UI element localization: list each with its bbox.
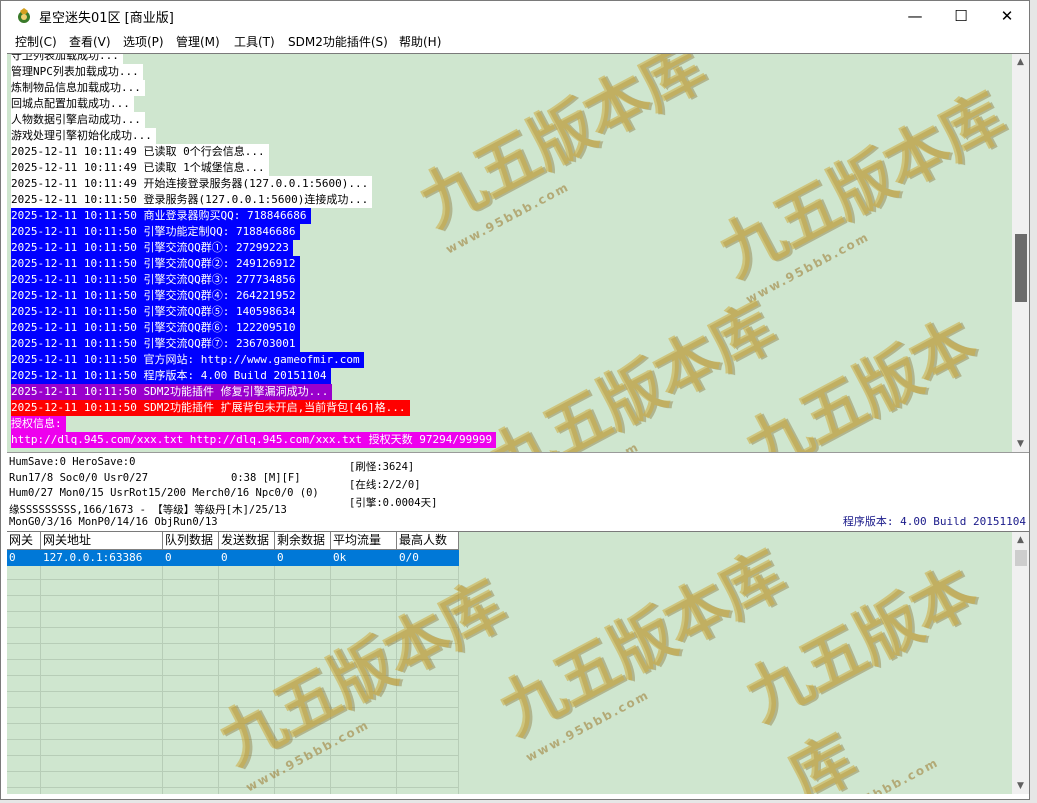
- status-engine: [引擎:0.0004天]: [349, 497, 438, 509]
- version-label: 程序版本: 4.00 Build 20151104: [842, 515, 1026, 528]
- table-row[interactable]: 0 127.0.0.1:63386 0 0 0 0k 0/0: [7, 550, 459, 566]
- status-hum: Hum0/27 Mon0/15 UsrRot15/200 Merch0/16 N…: [9, 487, 319, 499]
- scroll-thumb[interactable]: [1015, 550, 1027, 566]
- log-line: 守卫列表加载成功...: [11, 54, 123, 64]
- status-mon: MonG0/3/16 MonP0/14/16 ObjRun0/13: [9, 516, 218, 528]
- gate-grid-pane: 网关 网关地址 队列数据 发送数据 剩余数据 平均流量 最高人数 0 127.0…: [7, 532, 1029, 794]
- menu-control[interactable]: 控制(C): [15, 33, 57, 50]
- menu-view[interactable]: 查看(V): [69, 33, 111, 50]
- menu-tools[interactable]: 工具(T): [234, 33, 275, 50]
- window-title: 星空迷失01区 [商业版]: [39, 11, 174, 26]
- watermark: 九五版本库 www.95bbb.com: [733, 554, 988, 794]
- log-line: 2025-12-11 10:11:49 已读取 1个城堡信息...: [11, 160, 269, 176]
- status-timer: 0:38 [M][F]: [231, 472, 301, 484]
- menu-help[interactable]: 帮助(H): [399, 33, 441, 50]
- menu-options[interactable]: 选项(P): [123, 33, 164, 50]
- cell-max-users: 0/0: [399, 551, 419, 564]
- maximize-button[interactable]: ☐: [938, 1, 984, 31]
- log-line: 2025-12-11 10:11:50 引擎功能定制QQ: 718846686: [11, 224, 300, 240]
- log-line: 2025-12-11 10:11:50 官方网站: http://www.gam…: [11, 352, 364, 368]
- menu-manage[interactable]: 管理(M): [176, 33, 220, 50]
- scroll-down-arrow-icon[interactable]: ▼: [1012, 778, 1029, 794]
- log-line: 2025-12-11 10:11:49 已读取 0个行会信息...: [11, 144, 269, 160]
- log-line: 2025-12-11 10:11:50 引擎交流QQ群⑤: 140598634: [11, 304, 300, 320]
- col-sent-data[interactable]: 发送数据: [219, 532, 275, 549]
- status-level: 缘SSSSSSSSS,166/1673 - 【等级】等级丹[木]/25/13: [9, 504, 287, 516]
- scroll-thumb[interactable]: [1015, 234, 1027, 302]
- col-queue-data[interactable]: 队列数据: [163, 532, 219, 549]
- log-line: 2025-12-11 10:11:49 开始连接登录服务器(127.0.0.1:…: [11, 176, 373, 192]
- log-line: 人物数据引擎启动成功...: [11, 112, 145, 128]
- status-pane: HumSave:0 HeroSave:0 Run17/8 Soc0/0 Usr0…: [7, 452, 1029, 532]
- log-line: 2025-12-11 10:11:50 引擎交流QQ群⑦: 236703001: [11, 336, 300, 352]
- watermark: 九五版本库 www.95bbb.com: [407, 53, 716, 257]
- log-line: 2025-12-11 10:11:50 引擎交流QQ群③: 277734856: [11, 272, 300, 288]
- col-gate-address[interactable]: 网关地址: [41, 532, 163, 549]
- grid-scrollbar[interactable]: ▲ ▼: [1012, 532, 1029, 794]
- gate-grid-header: 网关 网关地址 队列数据 发送数据 剩余数据 平均流量 最高人数: [7, 532, 459, 550]
- cell-queue-data: 0: [165, 551, 172, 564]
- menu-bar: 控制(C) 查看(V) 选项(P) 管理(M) 工具(T) SDM2功能插件(S…: [1, 31, 1029, 51]
- scroll-up-arrow-icon[interactable]: ▲: [1012, 532, 1029, 548]
- watermark: 九五版本库 www.95bbb.com: [733, 306, 988, 452]
- cell-avg-traffic: 0k: [333, 551, 347, 564]
- log-line: 授权信息:: [11, 416, 66, 432]
- minimize-button[interactable]: —: [892, 1, 938, 31]
- log-pane[interactable]: 守卫列表加载成功... 管理NPC列表加载成功... 炼制物品信息加载成功... 回城…: [7, 53, 1029, 452]
- status-save: HumSave:0 HeroSave:0: [9, 456, 136, 468]
- close-button[interactable]: ✕: [984, 1, 1030, 31]
- log-scrollbar[interactable]: ▲ ▼: [1012, 54, 1029, 452]
- log-line: 2025-12-11 10:11:50 引擎交流QQ群④: 264221952: [11, 288, 300, 304]
- log-line: 2025-12-11 10:11:50 引擎交流QQ群②: 249126912: [11, 256, 300, 272]
- cell-gate-address: 127.0.0.1:63386: [43, 551, 143, 564]
- scroll-up-arrow-icon[interactable]: ▲: [1012, 54, 1029, 70]
- col-avg-traffic[interactable]: 平均流量: [331, 532, 397, 549]
- col-remaining-data[interactable]: 剩余数据: [275, 532, 331, 549]
- log-line: 回城点配置加载成功...: [11, 96, 134, 112]
- watermark: 九五版本库 www.95bbb.com: [477, 290, 786, 452]
- gate-grid[interactable]: 网关 网关地址 队列数据 发送数据 剩余数据 平均流量 最高人数 0 127.0…: [7, 532, 459, 794]
- scroll-down-arrow-icon[interactable]: ▼: [1012, 436, 1029, 452]
- app-icon: [18, 8, 30, 23]
- log-line: http://dlq.945.com/xxx.txt http://dlq.94…: [11, 432, 497, 448]
- cell-remaining-data: 0: [277, 551, 284, 564]
- status-refresh: [刷怪:3624]: [349, 461, 415, 473]
- status-online: [在线:2/2/0]: [349, 479, 421, 491]
- watermark: 九五版本库 www.95bbb.com: [487, 538, 796, 765]
- log-line: 2025-12-11 10:11:50 程序版本: 4.00 Build 201…: [11, 368, 331, 384]
- col-max-users[interactable]: 最高人数: [397, 532, 459, 549]
- status-run: Run17/8 Soc0/0 Usr0/27: [9, 472, 149, 484]
- cell-gate: 0: [9, 551, 16, 564]
- log-line: 2025-12-11 10:11:50 登录服务器(127.0.0.1:5600…: [11, 192, 373, 208]
- log-line: 2025-12-11 10:11:50 引擎交流QQ群①: 27299223: [11, 240, 293, 256]
- log-line: 2025-12-11 10:11:50 SDM2功能插件 修复引擎漏洞成功...: [11, 384, 333, 400]
- log-line: 炼制物品信息加载成功...: [11, 80, 145, 96]
- log-line: 管理NPC列表加载成功...: [11, 64, 143, 80]
- log-line: 2025-12-11 10:11:50 SDM2功能插件 扩展背包未开启,当前背…: [11, 400, 410, 416]
- menu-sdm2-plugin[interactable]: SDM2功能插件(S): [288, 33, 388, 50]
- log-line: 2025-12-11 10:11:50 引擎交流QQ群⑥: 122209510: [11, 320, 300, 336]
- cell-sent-data: 0: [221, 551, 228, 564]
- app-window: 星空迷失01区 [商业版] — ☐ ✕ 控制(C) 查看(V) 选项(P) 管理…: [0, 0, 1030, 800]
- watermark: 九五版本库 www.95bbb.com: [707, 80, 1016, 307]
- col-gate[interactable]: 网关: [7, 532, 41, 549]
- log-line: 游戏处理引擎初始化成功...: [11, 128, 156, 144]
- log-line: 2025-12-11 10:11:50 商业登录器购买QQ: 718846686: [11, 208, 311, 224]
- title-bar[interactable]: 星空迷失01区 [商业版] — ☐ ✕: [1, 1, 1029, 31]
